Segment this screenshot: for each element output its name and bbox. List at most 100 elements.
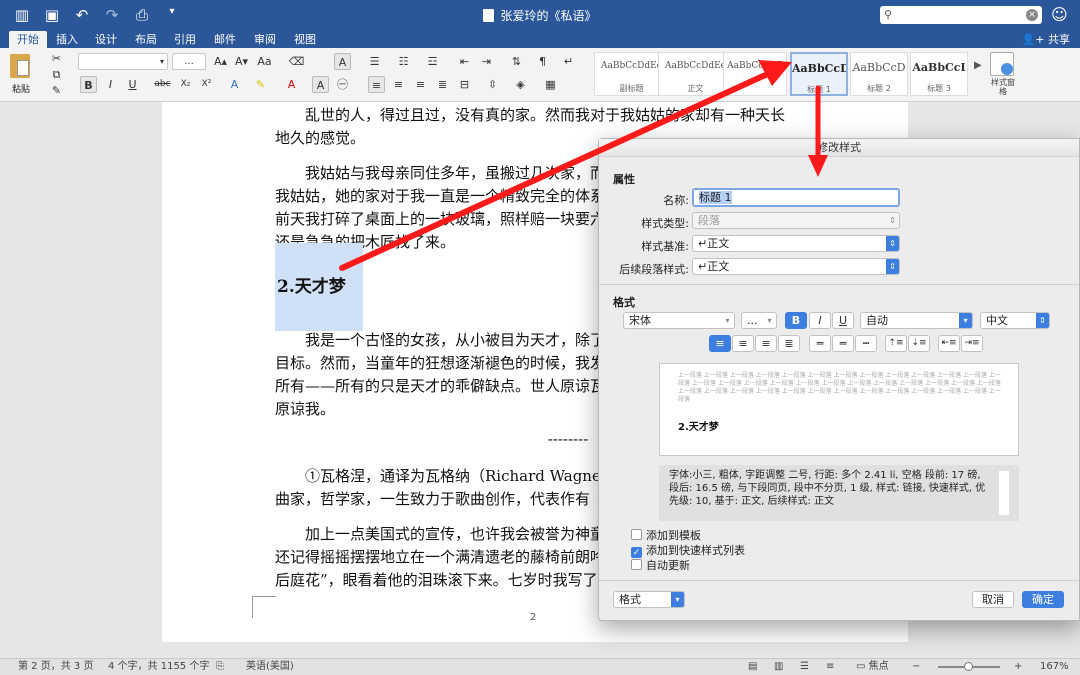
- space-before-increase-button[interactable]: ⇣≡: [908, 335, 930, 352]
- bullets-icon[interactable]: ☰: [366, 53, 383, 70]
- justify-button[interactable]: ≣: [778, 335, 800, 352]
- style-heading-3[interactable]: AaBbCcI 标题 3: [910, 52, 968, 96]
- tab-insert[interactable]: 插入: [48, 31, 86, 48]
- add-to-template-checkbox[interactable]: 添加到模板: [631, 527, 701, 543]
- zoom-in-icon[interactable]: +: [1014, 659, 1022, 675]
- format-menu-button[interactable]: 格式 ▾: [613, 591, 685, 608]
- phonetic-guide-icon[interactable]: ㊀: [334, 76, 351, 93]
- zoom-out-icon[interactable]: −: [912, 659, 920, 675]
- auto-update-checkbox[interactable]: 自动更新: [631, 557, 690, 573]
- align-right-button[interactable]: ≡: [412, 76, 429, 93]
- style-heading-2[interactable]: AaBbCcD 标题 2: [850, 52, 908, 96]
- single-spacing-button[interactable]: ═: [809, 335, 831, 352]
- style-normal[interactable]: AaBbCcDdEe 正文: [658, 52, 733, 96]
- style-name-input[interactable]: 标题 1: [692, 188, 900, 207]
- underline-button[interactable]: U: [124, 76, 141, 93]
- shading-icon[interactable]: ◈: [512, 76, 529, 93]
- tab-design[interactable]: 设计: [87, 31, 125, 48]
- align-center-button[interactable]: ≡: [390, 76, 407, 93]
- increase-indent-button[interactable]: ⇥≡: [961, 335, 983, 352]
- clear-search-icon[interactable]: ×: [1026, 9, 1038, 21]
- copy-icon[interactable]: ⧉: [48, 66, 65, 83]
- strikethrough-button[interactable]: abc: [154, 76, 171, 93]
- tab-layout[interactable]: 布局: [127, 31, 165, 48]
- font-color-select[interactable]: 自动 ▾: [860, 312, 973, 329]
- description-scrollbar[interactable]: [999, 471, 1009, 515]
- gallery-next-icon[interactable]: ▶: [974, 60, 982, 71]
- distributed-button[interactable]: ⊟: [456, 76, 473, 93]
- borders-icon[interactable]: ▦: [542, 76, 559, 93]
- style-unnamed[interactable]: AaBbCcDdE: [723, 52, 787, 96]
- one-half-spacing-button[interactable]: ═: [832, 335, 854, 352]
- format-painter-icon[interactable]: ✎: [48, 82, 65, 99]
- next-style-select[interactable]: ↵正文 ⇕: [692, 258, 900, 275]
- cancel-button[interactable]: 取消: [972, 591, 1014, 608]
- bold-toggle[interactable]: B: [785, 312, 807, 329]
- chevron-down-icon: ▾: [767, 316, 772, 325]
- align-right-button[interactable]: ≡: [755, 335, 777, 352]
- styles-pane-button[interactable]: [990, 52, 1014, 76]
- focus-mode-button[interactable]: ▭ 焦点: [856, 659, 889, 675]
- align-center-button[interactable]: ≡: [732, 335, 754, 352]
- character-border-icon[interactable]: A: [334, 53, 351, 70]
- proofing-icon[interactable]: ⎘: [216, 659, 224, 675]
- decrease-indent-button[interactable]: ⇤≡: [938, 335, 960, 352]
- font-select[interactable]: 宋体 ▾: [623, 312, 735, 329]
- search-input[interactable]: ⚲ ×: [880, 6, 1042, 24]
- superscript-button[interactable]: X²: [198, 76, 215, 93]
- numbering-icon[interactable]: ☷: [395, 53, 412, 70]
- subscript-button[interactable]: X₂: [177, 76, 194, 93]
- highlight-icon[interactable]: ✎: [252, 76, 269, 93]
- bold-button[interactable]: B: [80, 76, 97, 93]
- align-left-button[interactable]: ≡: [368, 76, 385, 93]
- show-marks-icon[interactable]: ¶: [534, 53, 551, 70]
- line-spacing-icon[interactable]: ⇳: [484, 76, 501, 93]
- style-heading-1[interactable]: AaBbCcD 标题 1: [790, 52, 848, 96]
- increase-indent-icon[interactable]: ⇥: [478, 53, 495, 70]
- tab-review[interactable]: 审阅: [246, 31, 284, 48]
- decrease-indent-icon[interactable]: ⇤: [456, 53, 473, 70]
- zoom-level[interactable]: 167%: [1040, 659, 1069, 675]
- character-shading-icon[interactable]: A: [312, 76, 329, 93]
- language-indicator[interactable]: 英语(美国): [246, 659, 294, 675]
- tab-view[interactable]: 视图: [286, 31, 324, 48]
- zoom-slider-thumb[interactable]: [964, 662, 973, 671]
- double-spacing-button[interactable]: ┅: [855, 335, 877, 352]
- change-case-icon[interactable]: Aa: [256, 53, 273, 70]
- tab-home[interactable]: 开始: [9, 31, 47, 48]
- multilevel-list-icon[interactable]: ☲: [424, 53, 441, 70]
- tab-mailings[interactable]: 邮件: [206, 31, 244, 48]
- clear-formatting-icon[interactable]: ⌫: [288, 53, 305, 70]
- align-left-button[interactable]: ≡: [709, 335, 731, 352]
- line-break-icon[interactable]: ↵: [560, 53, 577, 70]
- tab-references[interactable]: 引用: [166, 31, 204, 48]
- shrink-font-icon[interactable]: A▾: [233, 53, 250, 70]
- paste-icon[interactable]: [10, 54, 30, 78]
- cut-icon[interactable]: ✂: [48, 50, 65, 67]
- selected-heading[interactable]: 2.天才梦: [275, 243, 363, 331]
- draft-icon[interactable]: ≡: [826, 659, 834, 675]
- italic-button[interactable]: I: [102, 76, 119, 93]
- feedback-smiley-icon[interactable]: ☺: [1051, 5, 1068, 24]
- web-layout-icon[interactable]: ▥: [774, 659, 783, 675]
- font-name-select[interactable]: ▾: [78, 53, 168, 70]
- text-effects-icon[interactable]: A: [226, 76, 243, 93]
- grow-font-icon[interactable]: A▴: [212, 53, 229, 70]
- font-size-select[interactable]: ...: [172, 53, 206, 70]
- word-count[interactable]: 4 个字，共 1155 个字: [108, 659, 209, 675]
- space-before-decrease-button[interactable]: ⇡≡: [885, 335, 907, 352]
- add-to-quick-styles-checkbox[interactable]: ✓ 添加到快速样式列表: [631, 542, 745, 558]
- print-layout-icon[interactable]: ▤: [748, 659, 757, 675]
- script-select[interactable]: 中文 ⇕: [980, 312, 1050, 329]
- justify-button[interactable]: ≣: [434, 76, 451, 93]
- page-count[interactable]: 第 2 页，共 3 页: [18, 659, 93, 675]
- underline-toggle[interactable]: U: [832, 312, 854, 329]
- font-color-icon[interactable]: A: [283, 76, 300, 93]
- based-on-select[interactable]: ↵正文 ⇕: [692, 235, 900, 252]
- font-size-select[interactable]: ... ▾: [741, 312, 777, 329]
- share-button[interactable]: 👤+ 共享: [1022, 31, 1070, 48]
- ok-button[interactable]: 确定: [1022, 591, 1064, 608]
- sort-icon[interactable]: ⇅: [508, 53, 525, 70]
- italic-toggle[interactable]: I: [809, 312, 831, 329]
- outline-icon[interactable]: ☰: [800, 659, 809, 675]
